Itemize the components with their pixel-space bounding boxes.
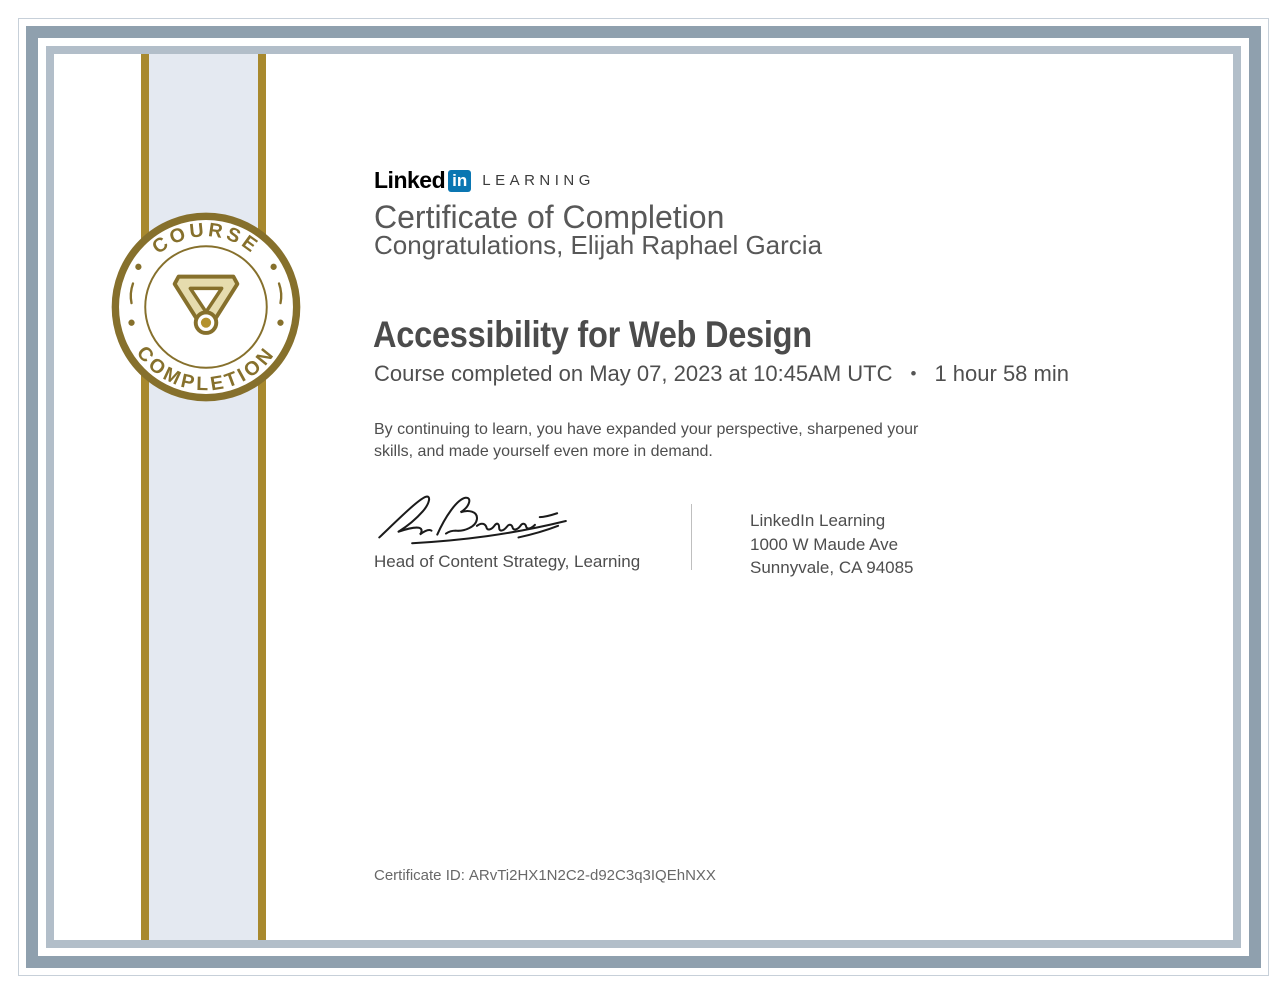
- course-title: Accessibility for Web Design: [373, 314, 812, 355]
- body-line-2: skills, and made yourself even more in d…: [374, 443, 713, 460]
- certificate-id-value: ARvTi2HX1N2C2-d92C3q3IQEhNXX: [468, 867, 716, 884]
- logo-learning-text: LEARNING: [482, 172, 595, 189]
- issuer-address-line1: 1000 W Maude Ave: [750, 534, 899, 554]
- vertical-divider: [691, 504, 692, 570]
- certificate-id-label: Certificate ID:: [374, 867, 465, 884]
- congratulations-text: Congratulations, Elijah Raphael Garcia: [374, 230, 823, 260]
- body-line-1: By continuing to learn, you have expande…: [374, 421, 919, 438]
- certificate-page: COURSE COMPLETION Linked in LEARNING Cer…: [0, 0, 1287, 994]
- issuer-address-line2: Sunnyvale, CA 94085: [750, 558, 914, 577]
- issuer-name: LinkedIn Learning: [750, 511, 886, 530]
- issuer-address-block: LinkedIn Learning 1000 W Maude Ave Sunny…: [750, 509, 914, 580]
- completion-badge-seal: COURSE COMPLETION: [111, 212, 301, 402]
- course-duration: 1 hour 58 min: [934, 361, 1069, 386]
- linkedin-learning-logo: Linked in LEARNING: [374, 167, 595, 194]
- completion-date-text: Course completed on May 07, 2023 at 10:4…: [374, 361, 893, 386]
- ribbon-band: [141, 54, 266, 940]
- logo-linked-text: Linked: [374, 167, 446, 193]
- bullet-separator: •: [910, 364, 917, 383]
- body-text: By continuing to learn, you have expande…: [374, 419, 918, 463]
- signature-image: [378, 495, 567, 545]
- completion-badge: COURSE COMPLETION: [108, 209, 304, 405]
- completion-details: Course completed on May 07, 2023 at 10:4…: [374, 361, 1069, 387]
- signer-title: Head of Content Strategy, Learning: [374, 552, 641, 571]
- certificate-id: Certificate ID: ARvTi2HX1N2C2-d92C3q3IQEh…: [374, 867, 716, 884]
- linkedin-in-icon: in: [448, 169, 472, 192]
